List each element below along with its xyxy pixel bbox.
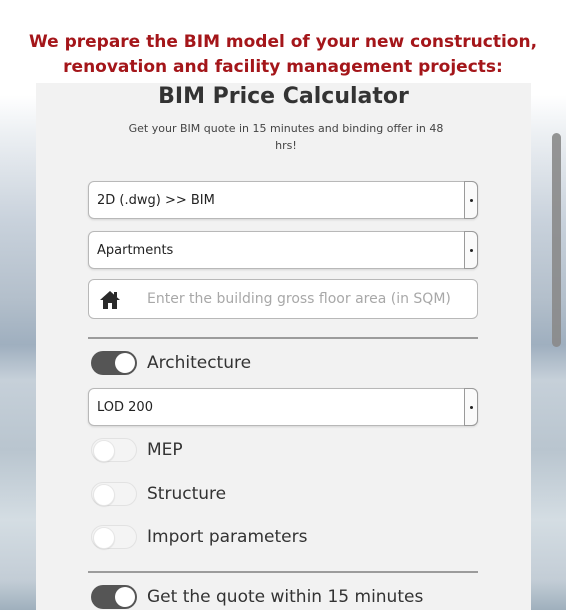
section-divider (88, 337, 478, 339)
scrollbar[interactable] (547, 83, 566, 610)
subtitle-line-1: Get your BIM quote in 15 minutes and bin… (128, 122, 444, 135)
calculator-subtitle: Get your BIM quote in 15 minutes and bin… (96, 120, 476, 154)
quote-toggle[interactable] (91, 585, 137, 609)
section-divider (88, 571, 478, 573)
import-parameters-label: Import parameters (147, 527, 308, 547)
bim-calculator-panel: BIM Price Calculator Get your BIM quote … (36, 83, 531, 610)
structure-label: Structure (147, 484, 227, 504)
conversion-type-value: 2D (.dwg) >> BIM (97, 193, 215, 208)
headline-line-2: renovation and facility management proje… (63, 57, 503, 77)
architecture-toggle[interactable] (91, 351, 137, 375)
import-parameters-toggle[interactable] (91, 525, 137, 549)
architecture-label: Architecture (147, 353, 252, 373)
headline: We prepare the BIM model of your new con… (0, 30, 566, 80)
building-type-value: Apartments (97, 243, 174, 258)
scrollbar-thumb[interactable] (552, 133, 561, 347)
mep-toggle[interactable] (91, 438, 137, 462)
select-arrow-icon[interactable] (464, 231, 478, 269)
select-arrow-icon[interactable] (464, 181, 478, 219)
select-arrow-icon[interactable] (464, 388, 478, 426)
subtitle-line-2: hrs! (275, 139, 297, 152)
headline-line-1: We prepare the BIM model of your new con… (28, 32, 538, 52)
mep-label: MEP (147, 440, 183, 460)
home-icon (100, 291, 120, 309)
quote-label: Get the quote within 15 minutes (147, 587, 424, 607)
conversion-type-select[interactable]: 2D (.dwg) >> BIM (88, 181, 478, 219)
lod-select[interactable]: LOD 200 (88, 388, 478, 426)
floor-area-input[interactable] (147, 280, 477, 318)
lod-value: LOD 200 (97, 400, 153, 415)
floor-area-field[interactable] (88, 279, 478, 319)
structure-toggle[interactable] (91, 482, 137, 506)
building-type-select[interactable]: Apartments (88, 231, 478, 269)
calculator-title: BIM Price Calculator (158, 84, 409, 109)
